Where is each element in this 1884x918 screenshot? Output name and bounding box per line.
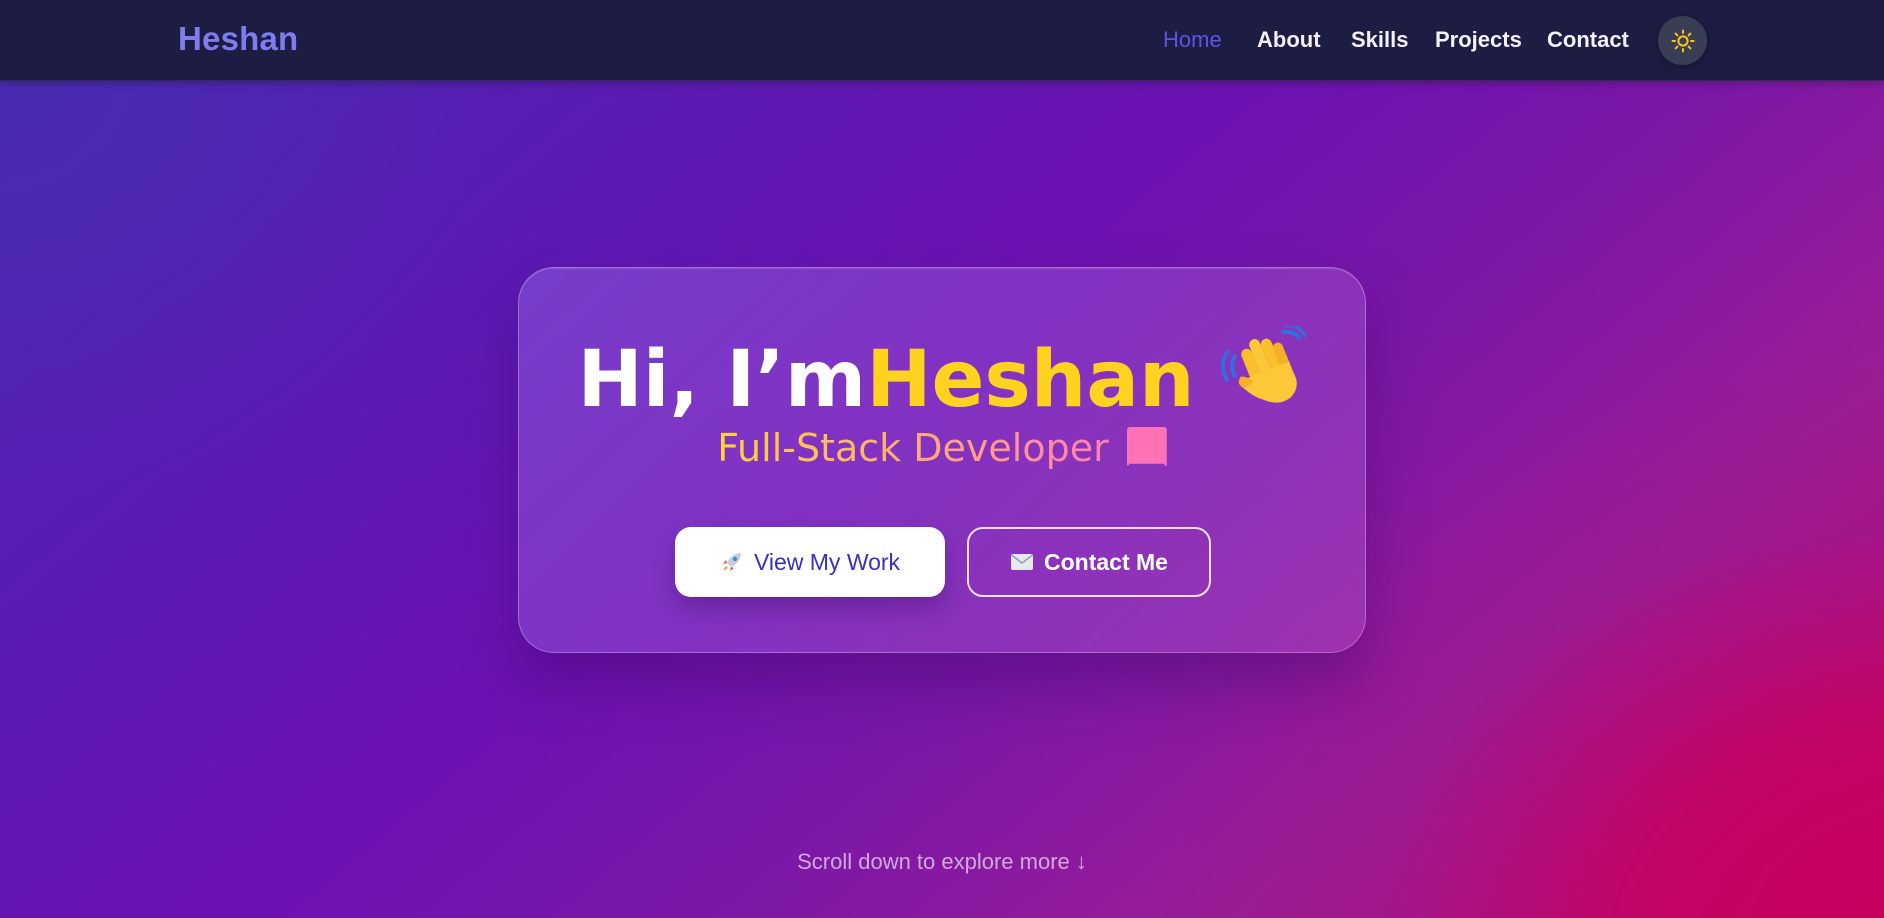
theme-toggle-button[interactable] [1658, 16, 1707, 65]
envelope-icon [1010, 552, 1034, 572]
hero-card: Hi, I’m Heshan Full-Stack Developer View… [518, 267, 1366, 653]
view-my-work-label: View My Work [753, 548, 901, 575]
sun-icon [1671, 29, 1695, 53]
hero-subtitle: Full-Stack Developer [519, 426, 1365, 470]
nav-links: Home About Skills Projects Contact [0, 27, 1884, 57]
contact-me-label: Contact Me [1044, 548, 1168, 575]
hero-name: Heshan [866, 335, 1195, 425]
nav-link-skills[interactable]: Skills [1351, 27, 1408, 53]
scroll-hint: Scroll down to explore more ↓ [797, 849, 1087, 874]
nav-link-home[interactable]: Home [1163, 27, 1222, 53]
rocket-icon [720, 550, 744, 574]
contact-me-button[interactable]: Contact Me [967, 527, 1211, 597]
waving-hand-icon [1220, 324, 1307, 425]
hero-greeting: Hi, I’m [577, 335, 867, 425]
hero-title: Hi, I’m Heshan [519, 324, 1365, 425]
nav-link-about[interactable]: About [1257, 27, 1321, 53]
view-my-work-button[interactable]: View My Work [675, 527, 945, 597]
typing-cursor-block [1126, 427, 1167, 467]
navbar: Heshan Home About Skills Projects Contac… [0, 0, 1884, 81]
hero-role: Full-Stack Developer [717, 426, 1109, 470]
nav-link-projects[interactable]: Projects [1435, 27, 1522, 53]
nav-link-contact[interactable]: Contact [1547, 27, 1629, 53]
